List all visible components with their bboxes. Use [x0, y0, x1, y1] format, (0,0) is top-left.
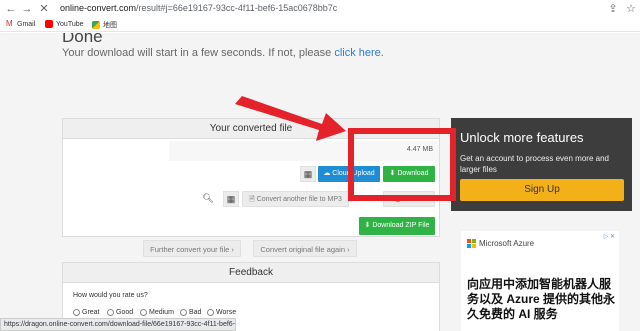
- annotation-overlay: [235, 96, 346, 141]
- red-arrow-icon: [235, 96, 346, 141]
- status-bar: https://dragon.online-convert.com/downlo…: [0, 318, 236, 331]
- highlight-box: [348, 128, 456, 201]
